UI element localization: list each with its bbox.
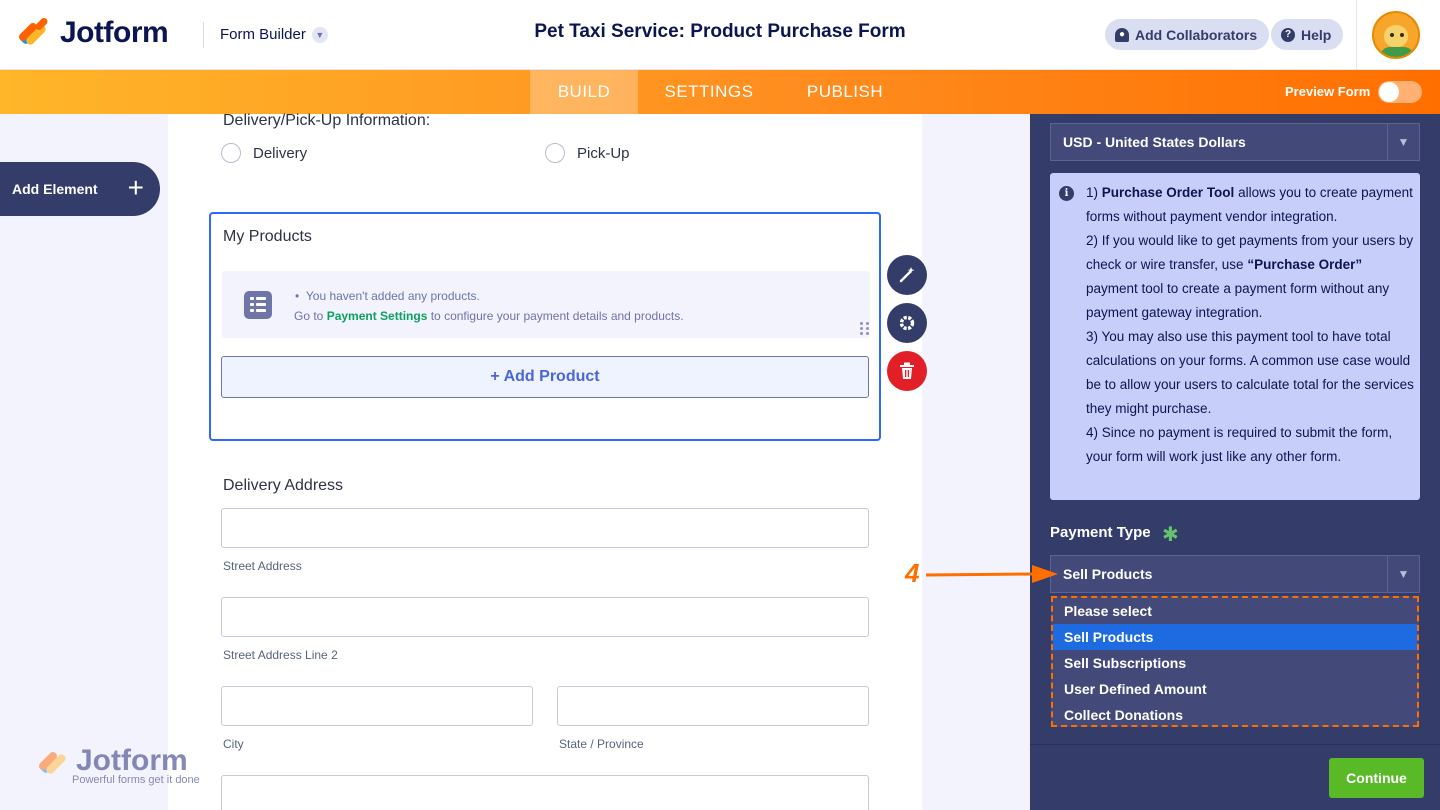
jotform-logo-icon: [17, 16, 50, 49]
header-divider: [203, 22, 204, 48]
info-paragraph-4: 4) Since no payment is required to submi…: [1086, 425, 1393, 464]
watermark-logo-icon: [37, 746, 70, 778]
radio-pickup-label: Pick-Up: [577, 144, 630, 162]
radio-circle: [221, 143, 241, 163]
street-address-input[interactable]: [221, 508, 869, 548]
toggle-knob: [1379, 82, 1399, 102]
top-bar: Jotform Form Builder ▼ Pet Taxi Service:…: [0, 0, 1440, 70]
delivery-question-label: Delivery/Pick-Up Information:: [223, 112, 431, 129]
info-icon: i: [1059, 186, 1074, 201]
user-avatar[interactable]: [1372, 11, 1420, 59]
tab-settings[interactable]: SETTINGS: [648, 70, 770, 114]
empty-hint-prefix: Go to: [294, 309, 327, 323]
tab-publish[interactable]: PUBLISH: [792, 70, 898, 114]
info-p2-bold: “Purchase Order”: [1247, 257, 1363, 272]
add-collaborators-button[interactable]: ● Add Collaborators: [1105, 19, 1270, 50]
state-input[interactable]: [557, 686, 869, 726]
street-address-line2-input[interactable]: [221, 597, 869, 637]
payment-type-select[interactable]: Sell Products ▼: [1050, 555, 1420, 593]
wand-icon[interactable]: [887, 255, 927, 295]
add-product-button[interactable]: + Add Product: [221, 356, 869, 398]
my-products-field[interactable]: My Products • You haven't added any prod…: [209, 212, 881, 441]
form-builder-label: Form Builder: [220, 26, 306, 43]
product-list-icon: [244, 291, 272, 319]
tab-build[interactable]: BUILD: [530, 70, 638, 114]
option-user-defined-amount[interactable]: User Defined Amount: [1053, 676, 1417, 702]
avatar-eye-right: [1400, 33, 1404, 37]
logo-text: Jotform: [60, 16, 169, 49]
radio-pickup[interactable]: Pick-Up: [545, 143, 630, 163]
radio-delivery[interactable]: Delivery: [221, 143, 307, 163]
add-collaborators-label: Add Collaborators: [1135, 26, 1258, 43]
chevron-down-icon: ▼: [311, 26, 328, 43]
radio-delivery-label: Delivery: [253, 144, 308, 162]
continue-button[interactable]: Continue: [1329, 758, 1424, 798]
payment-type-options: Please select Sell Products Sell Subscri…: [1051, 596, 1419, 727]
help-button[interactable]: ? Help: [1271, 19, 1344, 50]
option-please-select[interactable]: Please select: [1053, 598, 1417, 624]
empty-hint: Go to Payment Settings to configure your…: [294, 309, 684, 323]
delivery-address-label: Delivery Address: [223, 477, 344, 494]
chevron-down-icon: ▼: [1387, 556, 1419, 592]
empty-message-text: You haven't added any products.: [305, 289, 480, 303]
radio-circle: [545, 143, 565, 163]
info-paragraph-2: 2) If you would like to get payments fro…: [1086, 229, 1414, 325]
help-label: Help: [1301, 26, 1332, 43]
empty-message: • You haven't added any products.: [295, 289, 480, 303]
avatar-eye-left: [1390, 33, 1394, 37]
city-input[interactable]: [221, 686, 533, 726]
payment-type-label: Payment Type: [1050, 524, 1151, 541]
add-element-label: Add Element: [12, 181, 98, 197]
jotform-logo[interactable]: Jotform: [17, 16, 169, 50]
plus-icon: +: [127, 172, 144, 203]
city-sublabel: City: [223, 737, 244, 751]
help-icon: ?: [1281, 27, 1295, 42]
step-annotation-number: 4: [905, 558, 920, 588]
watermark-text: Jotform: [76, 744, 188, 777]
avatar-shirt: [1380, 47, 1414, 57]
street-address-sublabel: Street Address: [223, 559, 302, 573]
chevron-down-icon: ▼: [1387, 124, 1419, 160]
avatar-divider: [1356, 0, 1357, 70]
postal-code-input[interactable]: [221, 775, 869, 810]
gear-icon[interactable]: [887, 303, 927, 343]
info-p2-rest: payment tool to create a payment form wi…: [1086, 281, 1390, 320]
currency-value: USD - United States Dollars: [1063, 134, 1246, 150]
annotation-arrow-icon: [925, 565, 1058, 583]
option-sell-subscriptions[interactable]: Sell Subscriptions: [1053, 650, 1417, 676]
currency-select[interactable]: USD - United States Dollars ▼: [1050, 123, 1420, 161]
payment-settings-link[interactable]: Payment Settings: [327, 309, 428, 323]
form-builder-menu[interactable]: Form Builder ▼: [220, 26, 328, 43]
info-paragraph-3: 3) You may also use this payment tool to…: [1086, 329, 1414, 416]
info-box: i 1) Purchase Order Tool allows you to c…: [1050, 173, 1420, 500]
option-sell-products[interactable]: Sell Products: [1053, 624, 1417, 650]
drag-handle-icon[interactable]: [860, 322, 870, 336]
preview-form-label: Preview Form: [1285, 84, 1371, 99]
add-element-button[interactable]: Add Element +: [0, 162, 160, 216]
info-p1-bold: Purchase Order Tool: [1101, 185, 1235, 200]
preview-form-toggle[interactable]: [1378, 81, 1422, 103]
trash-icon[interactable]: [887, 351, 927, 391]
required-asterisk-icon: ✱: [1162, 524, 1179, 546]
panel-footer-divider: [1030, 744, 1440, 745]
option-collect-donations[interactable]: Collect Donations: [1053, 702, 1417, 728]
user-icon: ●: [1115, 27, 1129, 42]
state-sublabel: State / Province: [559, 737, 644, 751]
info-p1-prefix: 1): [1086, 185, 1102, 200]
info-text: 1) Purchase Order Tool allows you to cre…: [1086, 181, 1414, 469]
avatar-face: [1384, 25, 1408, 47]
payment-type-value: Sell Products: [1063, 566, 1153, 582]
street-address-line2-sublabel: Street Address Line 2: [223, 648, 338, 662]
builder-nav: BUILD SETTINGS PUBLISH Preview Form: [0, 70, 1440, 114]
empty-hint-suffix: to configure your payment details and pr…: [427, 309, 684, 323]
info-paragraph-1: 1) Purchase Order Tool allows you to cre…: [1086, 181, 1414, 229]
products-title: My Products: [223, 228, 312, 245]
watermark-tagline: Powerful forms get it done: [72, 774, 200, 786]
products-empty-state: • You haven't added any products. Go to …: [222, 271, 870, 338]
jotform-watermark: Jotform Powerful forms get it done: [37, 744, 200, 786]
